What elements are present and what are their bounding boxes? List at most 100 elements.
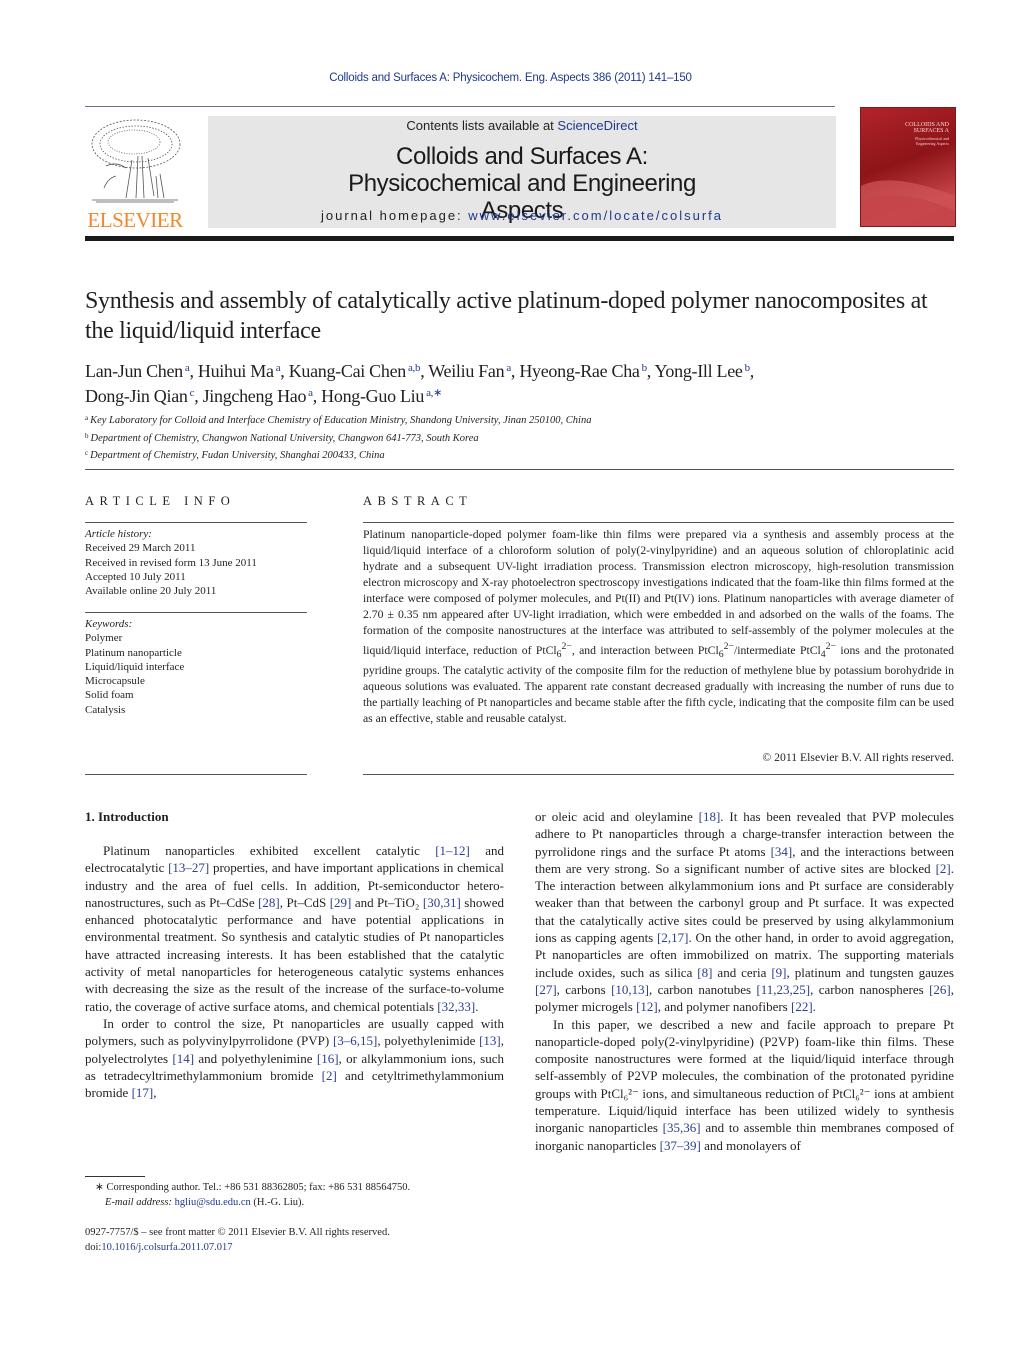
- journal-cover-image[interactable]: COLLOIDS AND SURFACES A Physicochemical a…: [860, 107, 956, 227]
- article-info-heading: ARTICLE INFO: [85, 494, 236, 508]
- citation-link[interactable]: [29]: [330, 895, 352, 910]
- text-run: , platinum and tungsten gauzes: [786, 964, 954, 980]
- citation-link[interactable]: [22]: [791, 999, 813, 1014]
- history-item: Received in revised form 13 June 2011: [85, 556, 257, 569]
- author[interactable]: Lan-Jun Chen a: [85, 361, 190, 381]
- superscript: 2−: [723, 641, 734, 652]
- article-info-divider: [85, 522, 307, 523]
- author-name: Jingcheng Hao: [202, 386, 307, 406]
- doi-link[interactable]: 10.1016/j.colsurfa.2011.07.017: [101, 1242, 232, 1253]
- author-name: Lan-Jun Chen: [85, 361, 183, 381]
- contents-prefix: Contents lists available at: [406, 118, 558, 133]
- journal-homepage: journal homepage: www.elsevier.com/locat…: [208, 208, 836, 223]
- author[interactable]: Dong-Jin Qian c: [85, 386, 194, 406]
- text-run: , carbons: [556, 981, 612, 997]
- elsevier-logo[interactable]: ELSEVIER: [84, 116, 186, 232]
- citation-link[interactable]: [32,33]: [437, 999, 475, 1014]
- footnote-divider: [85, 1176, 145, 1177]
- email-link[interactable]: hgliu@sdu.edu.cn: [175, 1197, 251, 1208]
- keyword: Microcapsule: [85, 675, 145, 688]
- citation-link[interactable]: [2]: [322, 1068, 337, 1083]
- keyword: Catalysis: [85, 703, 126, 716]
- citation-link[interactable]: [16]: [317, 1051, 339, 1066]
- citation-link[interactable]: [13]: [479, 1033, 501, 1048]
- abstract-part: , and interaction between PtCl: [571, 643, 719, 657]
- affiliation-marker[interactable]: b: [745, 362, 751, 374]
- text-run: , polyethylenimide: [377, 1033, 480, 1049]
- article-title: Synthesis and assembly of catalytically …: [85, 288, 928, 344]
- superscript: 2−: [561, 641, 572, 652]
- author[interactable]: Kuang-Cai Chen a,b: [289, 361, 421, 381]
- citation-link[interactable]: [8]: [697, 965, 712, 980]
- keyword: Polymer: [85, 632, 123, 645]
- citation-link[interactable]: [13–27]: [168, 860, 209, 875]
- homepage-link[interactable]: www.elsevier.com/locate/colsurfa: [468, 208, 723, 223]
- author[interactable]: Weiliu Fan a: [428, 361, 511, 381]
- contents-line: Contents lists available at ScienceDirec…: [208, 118, 836, 133]
- doi-line: doi:10.1016/j.colsurfa.2011.07.017: [85, 1240, 525, 1255]
- citation-link[interactable]: [18]: [699, 809, 721, 824]
- citation-link[interactable]: [37–39]: [660, 1138, 701, 1153]
- affiliation-marker[interactable]: a: [276, 362, 281, 374]
- text-run: , carbon nanospheres: [810, 981, 930, 997]
- citation-link[interactable]: [9]: [771, 965, 786, 980]
- citation-link[interactable]: [27]: [535, 982, 557, 997]
- header-divider: [85, 106, 835, 107]
- sciencedirect-link[interactable]: ScienceDirect: [557, 118, 637, 133]
- citation-link[interactable]: [2]: [936, 861, 951, 876]
- author[interactable]: Yong-Ill Lee b: [655, 361, 751, 381]
- citation-link[interactable]: [17]: [132, 1085, 154, 1100]
- author[interactable]: Hong-Guo Liu a,∗: [321, 386, 442, 406]
- text-run: , Pt–CdS: [279, 894, 330, 910]
- citation-link[interactable]: [28]: [258, 895, 280, 910]
- footnote-text: Corresponding author. Tel.: +86 531 8836…: [106, 1182, 411, 1193]
- author[interactable]: Huihui Ma a: [197, 361, 281, 381]
- superscript: 2−: [825, 641, 837, 652]
- citation-link[interactable]: [12]: [636, 999, 658, 1014]
- citation-link[interactable]: [30,31]: [423, 895, 461, 910]
- text-run: .: [812, 999, 816, 1015]
- homepage-prefix: journal homepage:: [320, 208, 469, 223]
- affiliation-marker[interactable]: a: [308, 387, 313, 399]
- text-run: ,: [153, 1085, 157, 1101]
- affiliation: a Key Laboratory for Colloid and Interfac…: [85, 411, 965, 429]
- citation-link[interactable]: [14]: [172, 1051, 194, 1066]
- history-label: Article history:: [85, 528, 152, 540]
- author-name: Huihui Ma: [197, 361, 274, 381]
- affiliation-marker[interactable]: c: [190, 387, 195, 399]
- author[interactable]: Jingcheng Hao a: [203, 386, 313, 406]
- text-run: Platinum nanoparticles exhibited excelle…: [103, 843, 436, 858]
- citation-link[interactable]: [1–12]: [435, 843, 470, 858]
- affiliation-marker[interactable]: a: [185, 362, 190, 374]
- affiliation-divider: [85, 469, 954, 470]
- corresponding-author-footnote: ∗ Corresponding author. Tel.: +86 531 88…: [95, 1181, 515, 1210]
- citation-link[interactable]: [34]: [771, 844, 793, 859]
- affiliation-marker[interactable]: b: [642, 362, 648, 374]
- affiliation: b Department of Chemistry, Changwon Natio…: [85, 429, 965, 447]
- citation-link[interactable]: [11,23,25]: [756, 982, 810, 997]
- abstract-heading: ABSTRACT: [363, 494, 473, 508]
- citation-link[interactable]: [35,36]: [663, 1120, 701, 1135]
- citation-link[interactable]: [2,17]: [657, 930, 688, 945]
- paragraph: In order to control the size, Pt nanopar…: [85, 1015, 504, 1101]
- citation-link[interactable]: [26]: [929, 982, 951, 997]
- history-item: Received 29 March 2011: [85, 542, 196, 555]
- affiliations: a Key Laboratory for Colloid and Interfac…: [85, 411, 965, 464]
- article-info-bottom-divider: [85, 774, 307, 775]
- affiliation-key: a: [85, 414, 89, 422]
- affiliation-marker[interactable]: a,∗: [426, 387, 442, 399]
- author[interactable]: Hyeong-Rae Cha b: [519, 361, 648, 381]
- text-run: showed enhanced photocatalytic performan…: [85, 894, 504, 1014]
- author-name: Kuang-Cai Chen: [288, 361, 407, 381]
- citation-link[interactable]: [10,13]: [611, 982, 649, 997]
- abstract-copyright: © 2011 Elsevier B.V. All rights reserved…: [762, 751, 954, 764]
- abstract-divider: [363, 522, 954, 523]
- paragraph: In this paper, we described a new and fa…: [535, 1016, 954, 1154]
- journal-reference[interactable]: Colloids and Surfaces A: Physicochem. En…: [0, 72, 1021, 84]
- citation-link[interactable]: [3–6,15]: [333, 1033, 377, 1048]
- keyword: Solid foam: [85, 689, 134, 702]
- affiliation-marker[interactable]: a,b: [408, 362, 421, 374]
- affiliation-marker[interactable]: a: [506, 362, 511, 374]
- text-run: .: [475, 998, 479, 1014]
- keywords: Keywords: Polymer Platinum nanoparticle …: [85, 617, 307, 717]
